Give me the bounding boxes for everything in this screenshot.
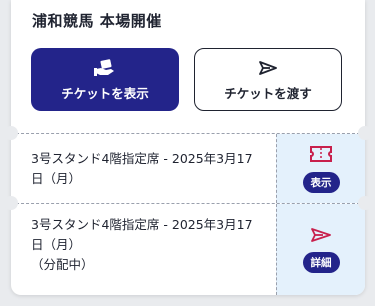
hand-ticket-icon [94,58,116,78]
show-ticket-button[interactable]: チケットを表示 [31,48,179,111]
show-ticket-label: チケットを表示 [61,85,149,101]
ticket-description: 3号スタンド4階指定席 - 2025年3月17日（月） [31,151,253,186]
ticket-row: 3号スタンド4階指定席 - 2025年3月17日（月） 表示 [11,134,365,203]
details-button[interactable]: 詳細 [302,251,340,273]
ticket-action[interactable]: 表示 [276,134,365,203]
give-ticket-label: チケットを渡す [224,85,312,101]
notch [4,126,18,140]
ticket-row: 3号スタンド4階指定席 - 2025年3月17日（月） （分配中） 詳細 [11,204,365,295]
ticket-action[interactable]: 詳細 [276,204,365,295]
send-icon [311,227,331,247]
ticket-card: 浦和競馬 本場開催 チケットを表示 チケットを渡す 3号スタンド4階指定席 - … [11,0,365,295]
send-icon [259,58,277,78]
notch [358,196,372,210]
notch [4,196,18,210]
give-ticket-button[interactable]: チケットを渡す [194,48,342,111]
ticket-description: 3号スタンド4階指定席 - 2025年3月17日（月） （分配中） [31,215,261,275]
show-button[interactable]: 表示 [302,171,340,193]
notch [358,126,372,140]
distribution-status: （分配中） [31,257,94,272]
event-title: 浦和競馬 本場開催 [32,12,162,30]
ticket-icon [309,145,333,167]
ticket-description-text: 3号スタンド4階指定席 - 2025年3月17日（月） [31,217,253,252]
